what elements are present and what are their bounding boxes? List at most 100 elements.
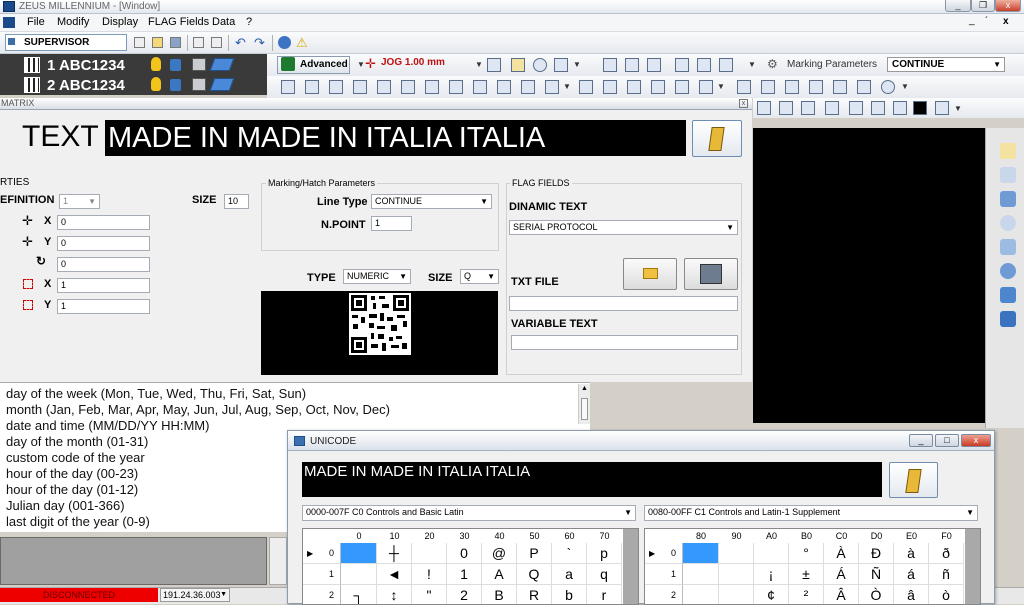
rectangle-icon[interactable] [377, 80, 391, 94]
unicode-minimize-button[interactable]: _ [909, 434, 933, 447]
list-item[interactable]: custom code of the year [6, 450, 145, 465]
unicode-maximize-button[interactable]: □ [935, 434, 959, 447]
unicode-text-input[interactable]: MADE IN MADE IN ITALIA ITALIA [302, 462, 882, 497]
char-cell[interactable]: ò [929, 585, 964, 604]
line-icon[interactable] [305, 80, 319, 94]
char-cell[interactable]: Á [824, 564, 859, 585]
list-item[interactable]: hour of the day (01-12) [6, 482, 138, 497]
char-cell[interactable] [719, 564, 754, 585]
rotation-input[interactable]: 0 [57, 257, 150, 272]
machine-row[interactable]: 1 ABC1234 [0, 55, 267, 75]
menu-modify[interactable]: Modify [57, 16, 89, 28]
advanced-dropdown-icon[interactable]: ▼ [357, 60, 365, 69]
arrow-icon[interactable] [487, 58, 501, 72]
snap-icon[interactable] [935, 101, 949, 115]
size-input[interactable]: 10 [224, 194, 249, 209]
menu-display[interactable]: Display [102, 16, 138, 28]
type-select[interactable]: NUMERIC ▼ [343, 269, 411, 284]
settings-icon[interactable] [881, 80, 895, 94]
text-input[interactable]: MADE IN MADE IN ITALIA ITALIA [105, 120, 686, 156]
trapezoid-icon[interactable] [871, 101, 885, 115]
select-icon[interactable] [281, 80, 295, 94]
save-icon[interactable] [170, 37, 181, 48]
char-cell[interactable]: ± [789, 564, 824, 585]
jog-dropdown-icon[interactable]: ▼ [475, 60, 483, 69]
txt-file-input[interactable] [509, 296, 738, 311]
minimize-button[interactable]: _ [945, 0, 971, 12]
print-icon[interactable] [193, 37, 204, 48]
char-cell[interactable]: ° [789, 543, 824, 564]
char-cell[interactable]: À [824, 543, 859, 564]
char-cell[interactable]: ² [789, 585, 824, 604]
char-cell[interactable] [719, 585, 754, 604]
crossed-tools-icon[interactable] [757, 101, 771, 115]
grid-left-scrollbar[interactable] [623, 529, 638, 604]
new-icon[interactable] [134, 37, 145, 48]
tools-icon[interactable] [825, 101, 839, 115]
move-icon[interactable] [1000, 167, 1016, 183]
mirror-icon[interactable] [651, 80, 665, 94]
quarter-circle-icon[interactable] [893, 101, 907, 115]
mdi-restore[interactable]: ´ [985, 16, 988, 27]
scroll-up-icon[interactable]: ▲ [581, 385, 588, 392]
pan-dropdown-icon[interactable]: ▼ [573, 60, 581, 69]
list-item[interactable]: day of the month (01-31) [6, 434, 148, 449]
char-cell[interactable] [683, 543, 719, 564]
char-cell[interactable]: Q [517, 564, 552, 585]
resize-icon[interactable] [1000, 191, 1016, 207]
align-bottom-icon[interactable] [719, 58, 733, 72]
char-cell[interactable]: Ò [859, 585, 894, 604]
polygon-icon[interactable] [353, 80, 367, 94]
pan-icon[interactable] [554, 58, 568, 72]
char-cell[interactable]: 1 [447, 564, 482, 585]
scale-icon[interactable] [699, 80, 713, 94]
menu-flag-fields[interactable]: FLAG Fields [148, 16, 209, 28]
print-preview-icon[interactable] [211, 37, 222, 48]
rotate-icon[interactable] [675, 80, 689, 94]
edit-text-button[interactable] [692, 120, 742, 157]
line-type-select[interactable]: CONTINUE ▼ [371, 194, 492, 209]
align-right-icon[interactable] [647, 58, 661, 72]
char-cell[interactable]: 2 [447, 585, 482, 604]
redo-icon[interactable]: ↷ [254, 35, 265, 51]
list-item[interactable]: Julian day (001-366) [6, 498, 125, 513]
char-cell[interactable]: ! [412, 564, 447, 585]
char-cell[interactable]: R [517, 585, 552, 604]
char-cell[interactable]: ð [929, 543, 964, 564]
mdi-close[interactable]: x [1003, 16, 1009, 27]
npoint-input[interactable]: 1 [371, 216, 412, 231]
text-icon[interactable] [521, 80, 535, 94]
duplicate-icon[interactable] [1000, 287, 1016, 303]
point-icon[interactable] [497, 80, 511, 94]
origin-icon[interactable] [913, 101, 927, 115]
char-cell[interactable] [683, 585, 719, 604]
char-cell[interactable] [341, 543, 377, 564]
jog-label[interactable]: JOG 1.00 mm [381, 57, 445, 68]
char-cell[interactable]: P [517, 543, 552, 564]
size2-select[interactable]: Q ▼ [460, 269, 499, 284]
weld-join-icon[interactable] [849, 101, 863, 115]
char-cell[interactable] [754, 543, 789, 564]
scale-y-input[interactable]: 1 [57, 299, 150, 314]
x-input[interactable]: 0 [57, 215, 150, 230]
pipette-icon[interactable] [801, 101, 815, 115]
ellipse-icon[interactable] [425, 80, 439, 94]
arc-icon[interactable] [329, 80, 343, 94]
node-icon[interactable] [603, 80, 617, 94]
grid-icon[interactable] [761, 80, 775, 94]
array-icon[interactable] [1000, 263, 1016, 279]
matrix-close-icon[interactable]: x [739, 99, 748, 108]
char-cell[interactable] [683, 564, 719, 585]
char-cell[interactable]: a [552, 564, 587, 585]
close-button[interactable]: x [995, 0, 1021, 12]
char-cell[interactable]: " [412, 585, 447, 604]
ip-select[interactable]: 191.24.36.003 ▼ [160, 588, 230, 602]
marking-params-select[interactable]: CONTINUE ▼ [887, 57, 1005, 72]
weld-icon[interactable] [627, 80, 641, 94]
maximize-button[interactable]: ❐ [971, 0, 995, 12]
char-cell[interactable]: ` [552, 543, 587, 564]
char-cell[interactable] [412, 543, 447, 564]
char-cell[interactable]: ┐ [341, 585, 377, 604]
char-cell[interactable] [341, 564, 377, 585]
menu-help[interactable]: ? [246, 16, 252, 28]
